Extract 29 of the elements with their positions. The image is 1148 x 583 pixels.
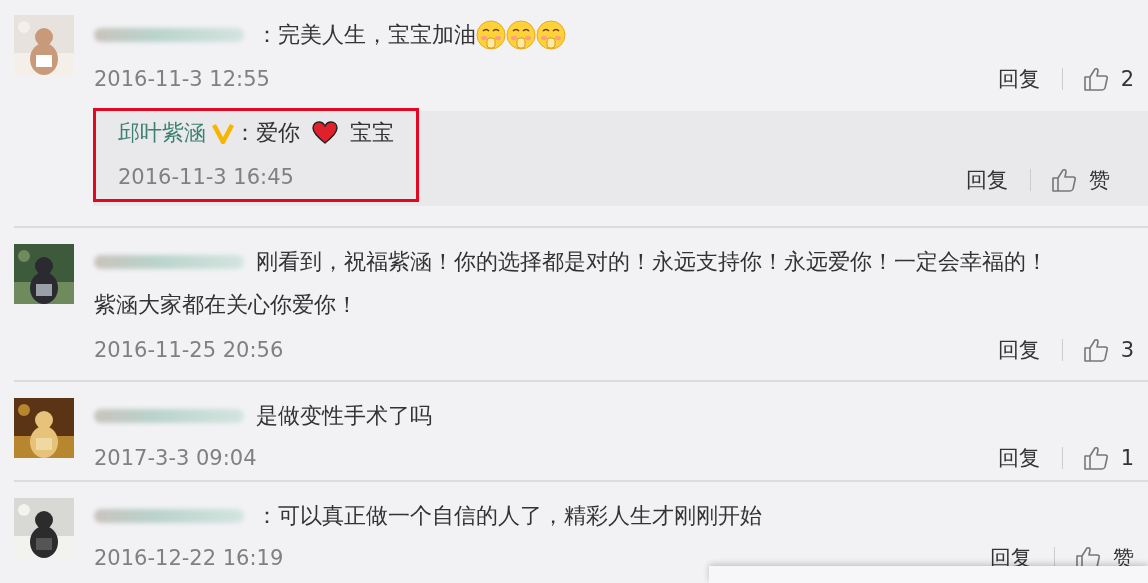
thumbs-up-icon[interactable] (1051, 167, 1077, 193)
reply-button[interactable]: 回复 (997, 336, 1040, 364)
like-button[interactable]: 赞 (1089, 166, 1110, 194)
like-button[interactable]: 1 (1120, 446, 1134, 470)
reply-text: ：爱你 (234, 119, 300, 147)
comment-text: 刚看到，祝福紫涵！你的选择都是对的！永远支持你！永远爱你！一定会幸福的！ (256, 248, 1048, 276)
thumbs-up-icon[interactable] (1082, 445, 1109, 471)
heart-icon (312, 121, 338, 145)
reply-button[interactable]: 回复 (966, 166, 1008, 194)
like-button[interactable]: 3 (1120, 338, 1134, 362)
thumbs-up-icon[interactable] (1082, 66, 1109, 92)
comment-text: 紫涵大家都在关心你爱你！ (94, 291, 358, 319)
reply-text: 宝宝 (350, 119, 394, 147)
emoji-face-icon (476, 20, 506, 50)
thumbs-up-icon[interactable] (1082, 337, 1109, 363)
comment-time: 2017-3-3 09:04 (94, 446, 257, 470)
comment-time: 2016-11-3 12:55 (94, 67, 270, 91)
comment-time: 2016-12-22 16:19 (94, 546, 284, 570)
reply-button[interactable]: 回复 (997, 65, 1040, 93)
username-link[interactable]: 邱叶紫涵 (118, 118, 206, 148)
reply-time: 2016-11-3 16:45 (118, 165, 294, 189)
reply-button[interactable]: 回复 (997, 444, 1040, 472)
like-button[interactable]: 2 (1120, 67, 1134, 91)
comment-text: ：完美人生，宝宝加油 (256, 21, 476, 49)
emoji-face-icon (536, 20, 566, 50)
comment-text: ：可以真正做一个自信的人了，精彩人生才刚刚开始 (256, 502, 762, 530)
comment-time: 2016-11-25 20:56 (94, 338, 284, 362)
emoji-face-icon (506, 20, 536, 50)
comment-text: 是做变性手术了吗 (256, 402, 432, 430)
